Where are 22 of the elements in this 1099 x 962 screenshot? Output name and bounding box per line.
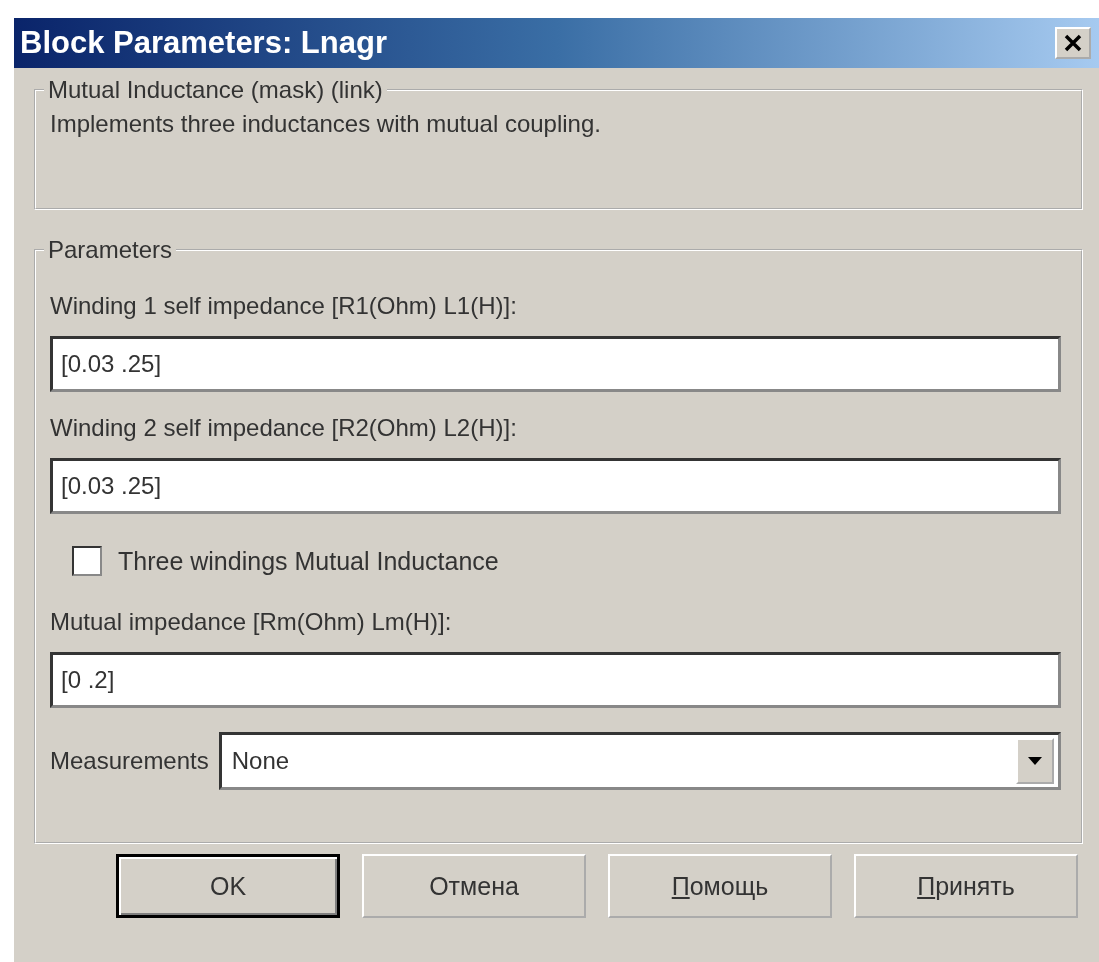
window-title: Block Parameters: Lnagr <box>20 25 387 61</box>
group-title: Parameters <box>47 236 174 264</box>
field-label: Winding 1 self impedance [R1(Ohm) L1(H)]: <box>50 292 518 320</box>
close-icon <box>1062 32 1084 54</box>
dropdown-label: Measurements <box>50 747 209 775</box>
description-text: Implements three inductances with mutual coupling. <box>50 110 601 137</box>
input-field[interactable]: [0.03 .25] <box>50 336 1061 392</box>
input-field[interactable]: [0.03 .25] <box>50 458 1061 514</box>
input-field[interactable]: [0 .2] <box>50 652 1061 708</box>
field-label: Winding 2 self impedance [R2(Ohm) L2(H)]: <box>50 414 518 442</box>
dialog-button[interactable]: Отмена <box>362 854 586 918</box>
measurements-dropdown[interactable]: None <box>218 732 1061 790</box>
dialog-button[interactable]: Принять <box>854 854 1078 918</box>
checkbox[interactable] <box>72 546 102 576</box>
dialog-button[interactable]: Помощь <box>608 854 832 918</box>
close-button[interactable] <box>1055 27 1091 59</box>
caret-icon <box>1028 757 1042 765</box>
checkbox-label: Three windings Mutual Inductance <box>118 546 499 576</box>
dropdown-button[interactable] <box>1016 738 1054 784</box>
dialog-button[interactable]: OK <box>116 854 340 918</box>
field-label: Mutual impedance [Rm(Ohm) Lm(H)]: <box>50 608 453 636</box>
group-title: Mutual Inductance (mask) (link) <box>47 76 384 104</box>
